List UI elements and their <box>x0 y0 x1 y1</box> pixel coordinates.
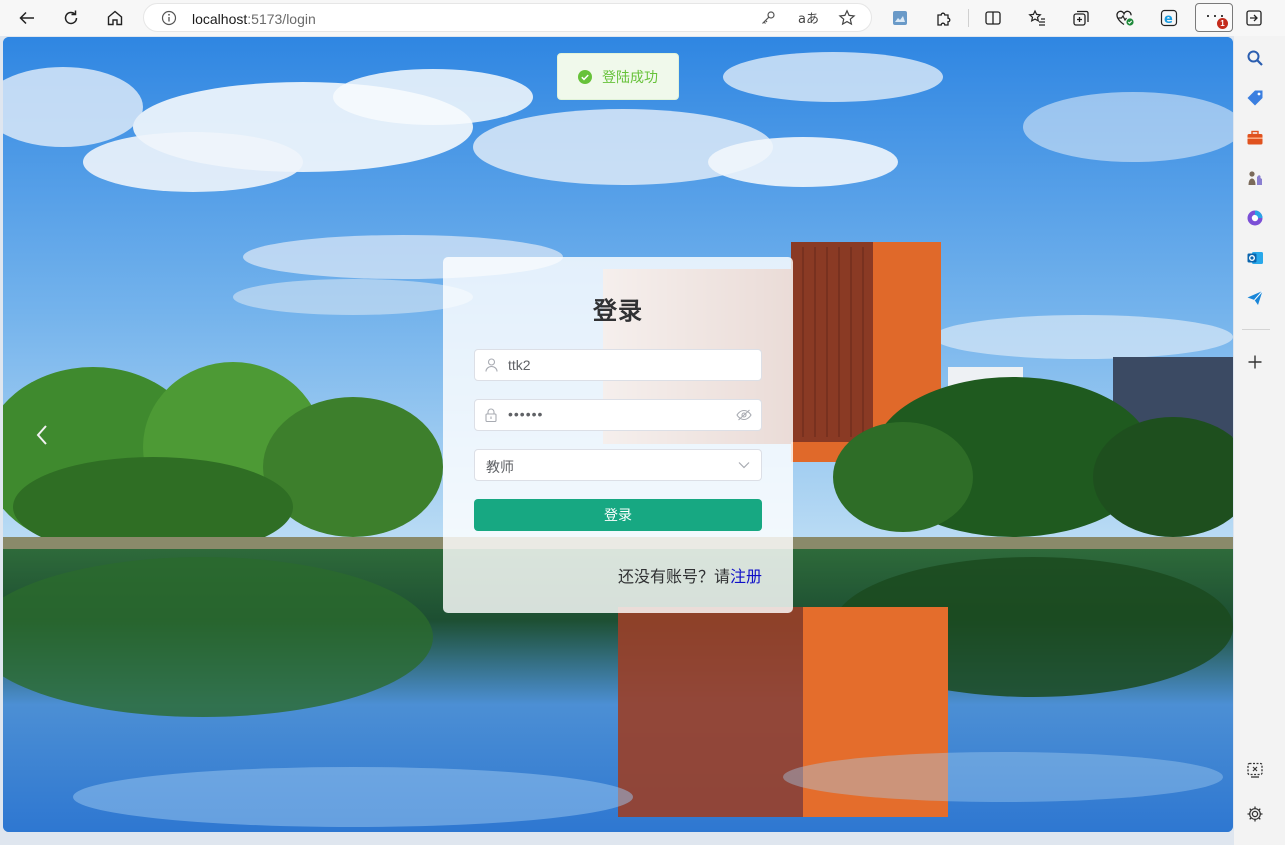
sidebar-settings-gear-icon[interactable] <box>1244 803 1266 825</box>
extension-image-icon <box>893 11 907 25</box>
sidebar-tools-briefcase-icon[interactable] <box>1244 127 1266 149</box>
home-icon <box>107 10 123 26</box>
browser-sidebar <box>1234 36 1285 845</box>
extension-image-button[interactable] <box>886 4 914 32</box>
svg-text:e: e <box>1164 12 1173 27</box>
carousel-prev-arrow[interactable] <box>31 422 53 448</box>
sidebar-games-chess-icon[interactable] <box>1244 167 1266 189</box>
edge-e-icon: e <box>1160 9 1178 27</box>
login-title: 登录 <box>593 298 643 325</box>
sidebar-copilot-icon[interactable] <box>1244 207 1266 229</box>
refresh-icon <box>64 10 78 25</box>
settings-more-button[interactable]: ··· 1 <box>1195 3 1233 32</box>
home-button[interactable] <box>101 4 129 32</box>
favorites-button[interactable] <box>1023 4 1051 32</box>
password-key-icon[interactable] <box>757 7 779 29</box>
sidebar-outlook-icon[interactable] <box>1244 247 1266 269</box>
extensions-button[interactable] <box>930 4 958 32</box>
split-screen-icon <box>985 11 1001 25</box>
sidebar-shopping-tag-icon[interactable] <box>1244 87 1266 109</box>
collections-icon <box>1073 10 1089 26</box>
sidebar-add-icon[interactable] <box>1244 351 1266 373</box>
sidebar-toggle-button[interactable] <box>1240 4 1268 32</box>
favorites-list-icon <box>1028 9 1045 26</box>
role-select[interactable]: 教师 <box>474 449 762 481</box>
site-info-icon[interactable] <box>161 10 177 31</box>
register-link[interactable]: 注册 <box>730 569 762 586</box>
register-prompt-text: 还没有账号？请 <box>617 569 730 586</box>
refresh-button[interactable] <box>57 4 85 32</box>
success-toast: 登陆成功 <box>557 53 679 100</box>
exit-sidebar-icon <box>1246 10 1262 26</box>
register-prompt: 还没有账号？请注册 <box>618 563 762 587</box>
page-viewport: 登陆成功 登录 ttk2 •••••• 教师 登录 还没有账号？请注册 <box>3 37 1233 832</box>
success-check-icon <box>578 69 592 84</box>
browser-essentials-button[interactable] <box>1111 4 1139 32</box>
sidebar-divider <box>1242 329 1270 330</box>
toolbar-divider <box>968 9 969 27</box>
role-selected-value: 教师 <box>486 459 514 475</box>
svg-text:aあ: aあ <box>798 12 818 26</box>
read-aloud-icon[interactable]: aあ <box>797 7 819 29</box>
password-field[interactable]: •••••• <box>474 399 762 431</box>
sidebar-send-icon[interactable] <box>1244 287 1266 309</box>
username-value: ttk2 <box>508 357 531 373</box>
user-icon <box>484 358 498 372</box>
username-field[interactable]: ttk2 <box>474 349 762 381</box>
split-screen-button[interactable] <box>979 4 1007 32</box>
url-path: :5173/login <box>247 11 316 27</box>
notification-badge: 1 <box>1217 18 1228 29</box>
address-url: localhost:5173/login <box>192 11 316 27</box>
password-value: •••••• <box>508 406 544 422</box>
url-host: localhost <box>192 11 248 27</box>
back-arrow-icon <box>19 11 34 25</box>
toast-message: 登陆成功 <box>602 68 658 85</box>
lock-icon <box>484 408 498 422</box>
heart-pulse-icon <box>1116 10 1134 26</box>
favorite-star-icon[interactable] <box>836 7 858 29</box>
login-button[interactable]: 登录 <box>474 499 762 531</box>
back-button[interactable] <box>13 4 41 32</box>
edge-ie-mode-button[interactable]: e <box>1155 4 1183 32</box>
chevron-down-icon <box>736 458 752 472</box>
collections-button[interactable] <box>1067 4 1095 32</box>
login-card: 登录 ttk2 •••••• 教师 登录 还没有账号？请注册 <box>443 257 793 613</box>
browser-toolbar: localhost:5173/login aあ e ··· 1 <box>0 0 1285 36</box>
chevron-left-icon <box>36 425 47 445</box>
eye-hidden-icon[interactable] <box>736 408 752 422</box>
sidebar-screenshot-icon[interactable] <box>1244 759 1266 781</box>
puzzle-icon <box>937 12 951 26</box>
address-bar[interactable]: localhost:5173/login aあ <box>143 3 872 32</box>
sidebar-search-icon[interactable] <box>1244 47 1266 69</box>
